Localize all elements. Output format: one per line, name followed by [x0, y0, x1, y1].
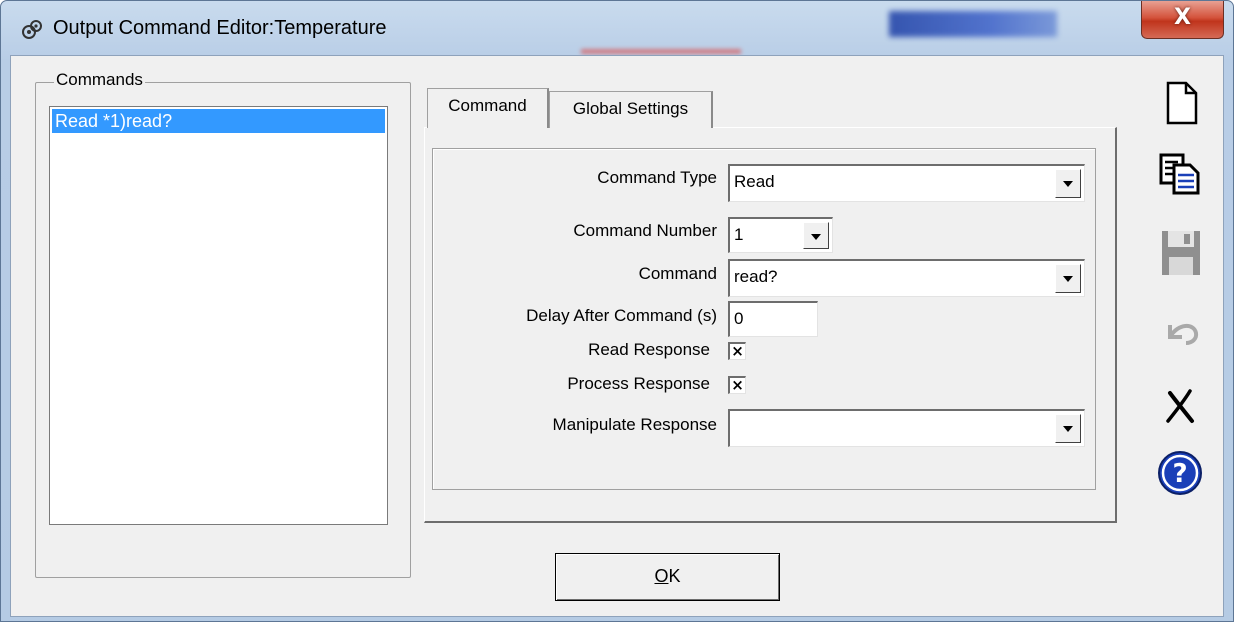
dialog-window: Output Command Editor:Temperature X Comm…	[0, 0, 1234, 622]
help-icon[interactable]: ?	[1156, 449, 1204, 497]
manipulate-response-select[interactable]	[728, 409, 1085, 447]
new-document-icon[interactable]	[1156, 79, 1204, 127]
commands-listbox[interactable]: Read *1)read?	[49, 106, 388, 525]
command-combobox[interactable]: read?	[728, 259, 1085, 297]
undo-icon[interactable]	[1156, 305, 1204, 353]
process-response-label: Process Response	[567, 374, 710, 393]
background-window-blur	[889, 11, 1057, 37]
process-response-checkbox[interactable]: ×	[728, 376, 746, 394]
tab-command[interactable]: Command	[427, 88, 549, 128]
read-response-checkbox[interactable]: ×	[728, 342, 746, 360]
manipulate-response-label: Manipulate Response	[552, 415, 717, 434]
chevron-down-icon[interactable]	[1055, 264, 1081, 293]
title-bar[interactable]: Output Command Editor:Temperature X	[1, 1, 1233, 55]
chevron-down-icon[interactable]	[1055, 414, 1081, 443]
chevron-down-icon[interactable]	[1055, 169, 1081, 198]
chevron-down-icon[interactable]	[803, 222, 829, 249]
commands-group-label: Commands	[54, 70, 145, 90]
delay-label: Delay After Command (s)	[526, 306, 717, 325]
command-type-label: Command Type	[597, 168, 717, 187]
dialog-client-area: Commands Read *1)read? Command Global Se…	[10, 55, 1224, 617]
close-button[interactable]: X	[1141, 1, 1224, 39]
command-number-value: 1	[734, 225, 744, 244]
delay-input[interactable]: 0	[728, 301, 818, 337]
tab-global-settings[interactable]: Global Settings	[549, 91, 713, 128]
ok-label-rest: K	[668, 566, 681, 586]
copy-icon[interactable]	[1156, 149, 1204, 197]
command-number-select[interactable]: 1	[728, 217, 833, 253]
command-number-label: Command Number	[573, 221, 717, 240]
list-item[interactable]: Read *1)read?	[52, 109, 385, 133]
delay-value: 0	[734, 309, 744, 328]
read-response-label: Read Response	[588, 340, 710, 359]
ok-accelerator: O	[654, 566, 669, 586]
help-glyph: ?	[1172, 459, 1187, 489]
window-title: Output Command Editor:Temperature	[53, 17, 387, 39]
ok-button[interactable]: OK	[555, 553, 780, 601]
delete-icon[interactable]	[1156, 381, 1204, 429]
save-icon[interactable]	[1156, 227, 1204, 275]
command-value: read?	[734, 267, 778, 286]
background-window-blur-strip	[581, 49, 741, 54]
command-type-value: Read	[734, 172, 775, 191]
command-type-select[interactable]: Read	[728, 164, 1085, 202]
command-label: Command	[638, 264, 717, 283]
app-gears-icon	[22, 20, 42, 39]
